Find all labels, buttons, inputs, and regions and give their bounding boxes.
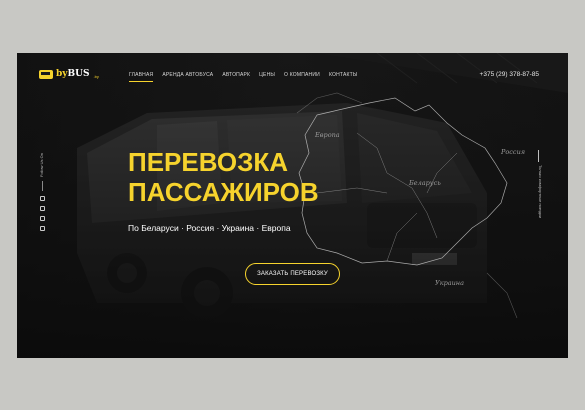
divider: [538, 150, 539, 162]
map-label-europe: Европа: [315, 131, 340, 139]
hero-title-line1: ПЕРЕВОЗКА: [128, 147, 288, 177]
site-frame: byBUS .by ГЛАВНАЯ АРЕНДА АВТОБУСА АВТОПА…: [17, 53, 568, 358]
nav-item-contacts[interactable]: КОНТАКТЫ: [329, 72, 358, 78]
order-transport-button[interactable]: ЗАКАЗАТЬ ПЕРЕВОЗКУ: [245, 263, 340, 285]
map-label-belarus: Беларусь: [409, 179, 441, 187]
logo-by: by: [56, 69, 68, 79]
instagram-icon[interactable]: [40, 216, 45, 221]
map-label-ukraine: Украина: [435, 279, 464, 287]
nav-item-prices[interactable]: ЦЕНЫ: [259, 72, 275, 78]
logo-text: byBUS: [56, 69, 90, 79]
bus-logo-icon: [39, 69, 53, 79]
map-label-russia: Россия: [501, 148, 526, 156]
hero-subtitle: По Беларуси · Россия · Украина · Европа: [128, 223, 291, 233]
vk-icon[interactable]: [40, 196, 45, 201]
logo[interactable]: byBUS .by: [39, 69, 99, 79]
divider: [42, 181, 43, 191]
twitter-icon[interactable]: [40, 206, 45, 211]
nav-item-fleet[interactable]: АВТОПАРК: [222, 72, 250, 78]
main-nav: ГЛАВНАЯ АРЕНДА АВТОБУСА АВТОПАРК ЦЕНЫ О …: [129, 72, 358, 82]
tagline-vertical: Только комфортные поездки: [538, 165, 543, 219]
odnoklassniki-icon[interactable]: [40, 226, 45, 231]
hero-title: ПЕРЕВОЗКА ПАССАЖИРОВ: [128, 147, 319, 207]
phone-number[interactable]: +375 (29) 378-87-85: [480, 71, 539, 78]
nav-item-home[interactable]: ГЛАВНАЯ: [129, 72, 154, 82]
nav-item-bus-rental[interactable]: АРЕНДА АВТОБУСА: [162, 72, 213, 78]
hero-title-line2: ПАССАЖИРОВ: [128, 177, 319, 207]
nav-item-about[interactable]: О КОМПАНИИ: [284, 72, 320, 78]
logo-bus-word: BUS: [67, 69, 90, 79]
follow-us-label: Follow Us On: [39, 152, 44, 177]
logo-domain: .by: [93, 74, 99, 79]
